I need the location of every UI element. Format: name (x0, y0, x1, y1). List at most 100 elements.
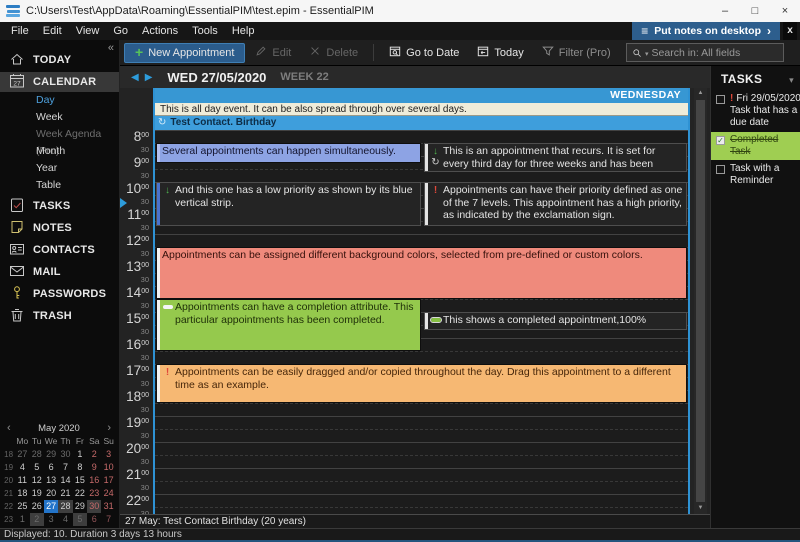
minical-day[interactable]: 13 (44, 474, 58, 487)
menu-item-file[interactable]: File (4, 22, 36, 40)
sidebar-subitem-table[interactable]: Table (0, 177, 119, 194)
sidebar-collapse-icon[interactable] (108, 42, 114, 54)
minical-day[interactable]: 20 (44, 487, 58, 500)
task-checkbox[interactable] (716, 165, 725, 174)
minical-day[interactable]: 28 (30, 448, 44, 461)
sidebar-subitem-week[interactable]: Week (0, 109, 119, 126)
minical-day[interactable]: 27 (15, 448, 29, 461)
task-item[interactable]: ✓Completed Task (711, 132, 800, 160)
appointment-draggable[interactable]: !Appointments can be easily dragged and/… (156, 364, 687, 403)
search-dropdown-icon[interactable] (645, 47, 649, 59)
go-to-date-button[interactable]: Go to Date (381, 43, 467, 63)
sidebar-item-today[interactable]: TODAY (0, 50, 119, 70)
sidebar-item-tasks[interactable]: TASKS (0, 196, 119, 216)
minical-day[interactable]: 17 (101, 474, 115, 487)
minical-day[interactable]: 14 (58, 474, 72, 487)
sidebar-item-trash[interactable]: TRASH (0, 306, 119, 326)
minical-day[interactable]: 11 (15, 474, 29, 487)
task-checkbox[interactable] (716, 95, 725, 104)
tasks-dropdown-icon[interactable] (789, 72, 794, 86)
minical-day[interactable]: 16 (87, 474, 101, 487)
minical-day[interactable]: 15 (73, 474, 87, 487)
minical-day[interactable]: 27 (44, 500, 58, 513)
prev-day-icon[interactable] (128, 71, 142, 83)
minical-day[interactable]: 21 (58, 487, 72, 500)
minical-next-icon[interactable] (107, 422, 111, 434)
scrollbar-thumb[interactable] (696, 100, 705, 502)
sidebar-item-notes[interactable]: NOTES (0, 218, 119, 238)
minical-day[interactable]: 9 (87, 461, 101, 474)
minical-day[interactable]: 12 (30, 474, 44, 487)
appointment-recurring[interactable]: ↓↻This is an appointment that recurs. It… (424, 143, 687, 172)
minical-day[interactable]: 6 (44, 461, 58, 474)
next-day-icon[interactable] (142, 71, 156, 83)
search-box[interactable] (626, 43, 784, 62)
menu-item-help[interactable]: Help (225, 22, 262, 40)
minical-day[interactable]: 3 (44, 513, 58, 526)
minical-day[interactable]: 1 (73, 448, 87, 461)
edit-button[interactable]: Edit (247, 43, 299, 63)
appointment-completed-100[interactable]: This shows a completed appointment,100% (424, 312, 687, 330)
minical-day[interactable]: 7 (58, 461, 72, 474)
minical-day[interactable]: 5 (30, 461, 44, 474)
menu-item-actions[interactable]: Actions (135, 22, 185, 40)
menu-item-go[interactable]: Go (106, 22, 135, 40)
task-item[interactable]: Task with a Reminder (711, 161, 800, 189)
delete-button[interactable]: Delete (301, 43, 366, 63)
minical-day[interactable]: 18 (15, 487, 29, 500)
hour-row[interactable] (155, 468, 688, 494)
minical-day[interactable]: 2 (30, 513, 44, 526)
minical-day[interactable]: 2 (87, 448, 101, 461)
minimize-button[interactable]: – (710, 0, 740, 22)
minical-day[interactable]: 3 (101, 448, 115, 461)
hour-row[interactable] (155, 442, 688, 468)
birthday-event[interactable]: Test Contact. Birthday (155, 116, 688, 130)
sidebar-subitem-year[interactable]: Year (0, 160, 119, 177)
search-input[interactable] (652, 47, 778, 59)
appointment-low-priority[interactable]: ↓And this one has a low priority as show… (156, 182, 421, 226)
minical-day[interactable]: 24 (101, 487, 115, 500)
minical-day[interactable]: 23 (87, 487, 101, 500)
sidebar-subitem-week-agenda-pro[interactable]: Week Agenda (Pro) (0, 126, 119, 143)
minical-day[interactable]: 8 (73, 461, 87, 474)
minical-day[interactable]: 7 (101, 513, 115, 526)
appointment-simultaneous[interactable]: Several appointments can happen simultan… (156, 143, 421, 163)
banner-close-button[interactable]: x (783, 22, 797, 40)
vertical-scrollbar[interactable] (694, 88, 707, 514)
task-item[interactable]: !Fri 29/05/2020 Test Task that has a due… (711, 91, 800, 131)
hour-row[interactable] (155, 416, 688, 442)
minical-day[interactable]: 26 (30, 500, 44, 513)
menu-item-view[interactable]: View (69, 22, 107, 40)
minical-day[interactable]: 28 (58, 500, 72, 513)
sidebar-item-calendar[interactable]: 27CALENDAR (0, 72, 119, 92)
minical-day[interactable]: 29 (44, 448, 58, 461)
menu-item-edit[interactable]: Edit (36, 22, 69, 40)
sidebar-item-contacts[interactable]: CONTACTS (0, 240, 119, 260)
menu-item-tools[interactable]: Tools (185, 22, 225, 40)
sidebar-subitem-day[interactable]: Day (0, 92, 119, 109)
minical-day[interactable]: 6 (87, 513, 101, 526)
minical-day[interactable]: 25 (15, 500, 29, 513)
sidebar-item-passwords[interactable]: PASSWORDS (0, 284, 119, 304)
appointment-background-colors[interactable]: Appointments can be assigned different b… (156, 247, 687, 299)
close-button[interactable]: × (770, 0, 800, 22)
all-day-event[interactable]: This is all day event. It can be also sp… (155, 103, 688, 116)
task-checkbox[interactable]: ✓ (716, 136, 725, 145)
appointment-high-priority[interactable]: !Appointments can have their priority de… (424, 182, 687, 226)
sidebar-subitem-month[interactable]: Month (0, 143, 119, 160)
minical-day[interactable]: 30 (58, 448, 72, 461)
maximize-button[interactable]: □ (740, 0, 770, 22)
minical-day[interactable]: 31 (101, 500, 115, 513)
put-notes-banner[interactable]: Put notes on desktop (632, 22, 780, 40)
scroll-up-icon[interactable] (694, 88, 707, 99)
minical-day[interactable]: 1 (15, 513, 29, 526)
new-appointment-button[interactable]: New Appointment (124, 43, 245, 63)
hour-row[interactable] (155, 494, 688, 514)
sidebar-item-mail[interactable]: MAIL (0, 262, 119, 282)
today-button[interactable]: Today (469, 43, 531, 63)
scroll-down-icon[interactable] (694, 503, 707, 514)
filter-button[interactable]: Filter (Pro) (534, 43, 619, 63)
minical-day[interactable]: 22 (73, 487, 87, 500)
minical-day[interactable]: 4 (58, 513, 72, 526)
minical-day[interactable]: 29 (73, 500, 87, 513)
